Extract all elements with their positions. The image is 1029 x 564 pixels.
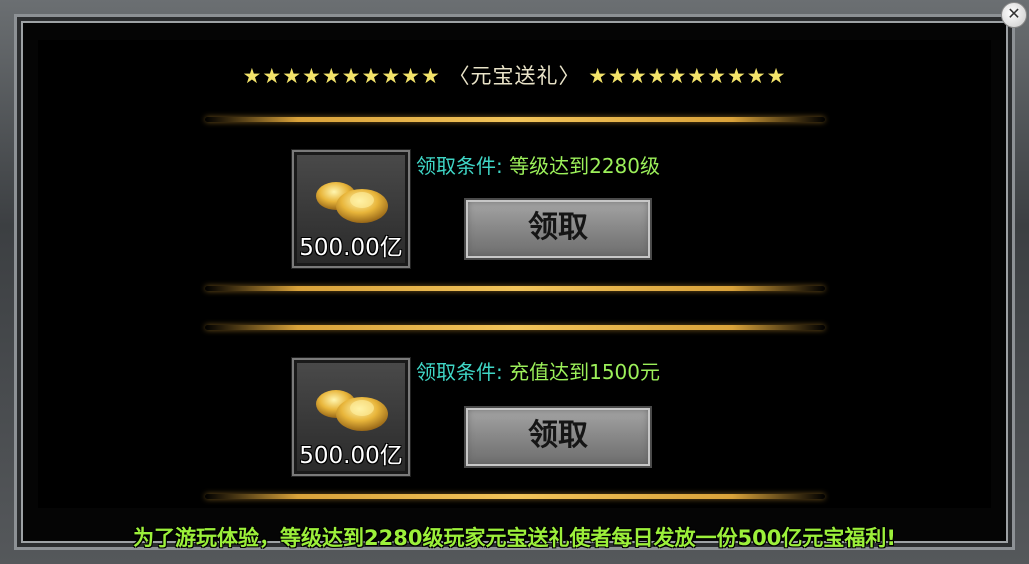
- divider-middle-2: [205, 325, 825, 330]
- condition-label: 领取条件:: [416, 360, 503, 384]
- title-stars-right: ★★★★★★★★★★: [588, 64, 787, 88]
- footer-notice: 为了游玩体验，等级达到2280级玩家元宝送礼使者每日发放一份500亿元宝福利!: [133, 526, 896, 550]
- reward-condition: 领取条件: 充值达到1500元: [416, 356, 660, 385]
- condition-value: 充值达到1500元: [509, 360, 661, 384]
- reward-item-slot[interactable]: 500.00亿: [292, 358, 410, 476]
- reward-condition: 领取条件: 等级达到2280级: [416, 150, 660, 179]
- divider-top: [205, 117, 825, 122]
- dialog-title: ★★★★★★★★★★ 〈元宝送礼〉 ★★★★★★★★★★: [0, 60, 1029, 90]
- condition-label: 领取条件:: [416, 154, 503, 178]
- reward-amount: 500.00亿: [299, 443, 403, 469]
- title-label: 〈元宝送礼〉: [448, 64, 581, 88]
- reward-amount: 500.00亿: [299, 235, 403, 261]
- reward-item-slot[interactable]: 500.00亿: [292, 150, 410, 268]
- close-icon: ✕: [1007, 4, 1021, 23]
- close-button[interactable]: ✕: [1001, 2, 1027, 28]
- title-stars-left: ★★★★★★★★★★: [242, 64, 441, 88]
- claim-button[interactable]: 领取: [464, 406, 652, 468]
- condition-value: 等级达到2280级: [509, 154, 661, 178]
- gold-ingot-icon: [316, 182, 388, 223]
- claim-button[interactable]: 领取: [464, 198, 652, 260]
- gold-ingot-icon: [316, 390, 388, 431]
- divider-bottom: [205, 494, 825, 499]
- divider-middle-1: [205, 286, 825, 291]
